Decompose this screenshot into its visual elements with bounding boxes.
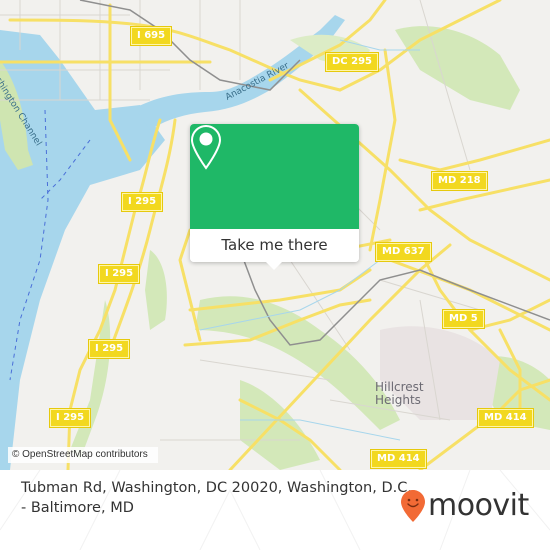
- road-shield-md218: MD 218: [431, 171, 488, 191]
- park-south-mid: [240, 380, 320, 470]
- map[interactable]: I 695 DC 295 MD 218 I 295 MD 637 I 295 M…: [0, 0, 550, 470]
- road-shield-md414: MD 414: [370, 449, 427, 469]
- location-popup: Take me there: [190, 124, 359, 270]
- popup-header: [190, 124, 359, 229]
- take-me-there-button[interactable]: Take me there: [190, 229, 359, 262]
- park-shepherd: [145, 250, 167, 330]
- road-shield-i295: I 295: [120, 192, 164, 212]
- address-text: Tubman Rd, Washington, DC 20020, Washing…: [21, 480, 412, 516]
- road-shield-i295: I 295: [48, 408, 92, 428]
- road-shield-i295: I 295: [97, 264, 141, 284]
- map-attribution[interactable]: © OpenStreetMap contributors: [8, 447, 158, 463]
- place-label-hillcrest-heights: Hillcrest Heights: [375, 380, 424, 407]
- road-shield-i695: I 695: [129, 26, 173, 46]
- road-shield-md414: MD 414: [477, 408, 534, 428]
- park-fort-dupont: [395, 26, 520, 110]
- park-oxon-run: [195, 296, 400, 430]
- road-shield-md5: MD 5: [442, 309, 485, 329]
- footer: Tubman Rd, Washington, DC 20020, Washing…: [0, 470, 550, 550]
- road-shield-i295: I 295: [87, 339, 131, 359]
- moovit-logo[interactable]: moovit: [400, 486, 529, 526]
- popup-pointer: [265, 261, 283, 270]
- road-shield-md637: MD 637: [375, 242, 432, 262]
- moovit-wordmark: moovit: [428, 488, 529, 523]
- map-pin-icon: [190, 124, 222, 170]
- road-shield-dc295: DC 295: [325, 52, 379, 72]
- moovit-pin-smile-icon: [401, 490, 425, 522]
